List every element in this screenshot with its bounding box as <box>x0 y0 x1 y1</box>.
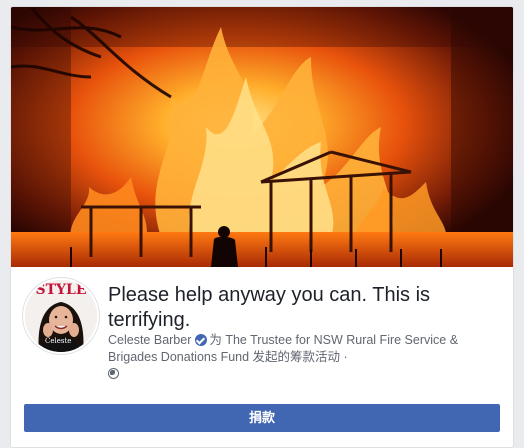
organizer-name-link[interactable]: Celeste Barber <box>108 333 191 347</box>
fundraiser-meta: Celeste Barber 为 The Trustee for NSW Rura… <box>108 332 508 383</box>
magazine-masthead: STYLE <box>35 282 86 298</box>
verified-badge-icon <box>195 334 208 346</box>
fundraiser-title: Please help anyway you can. This is terr… <box>108 284 431 331</box>
fundraiser-card: STYLE Celeste Please help anyway you can… <box>10 6 514 448</box>
donate-button[interactable]: 捐款 <box>24 404 500 432</box>
page-edge <box>514 0 524 433</box>
avatar-caption: Celeste <box>45 337 71 345</box>
cover-photo[interactable] <box>11 7 513 267</box>
globe-icon[interactable] <box>108 368 119 379</box>
organizer-avatar[interactable]: STYLE Celeste <box>23 278 99 354</box>
